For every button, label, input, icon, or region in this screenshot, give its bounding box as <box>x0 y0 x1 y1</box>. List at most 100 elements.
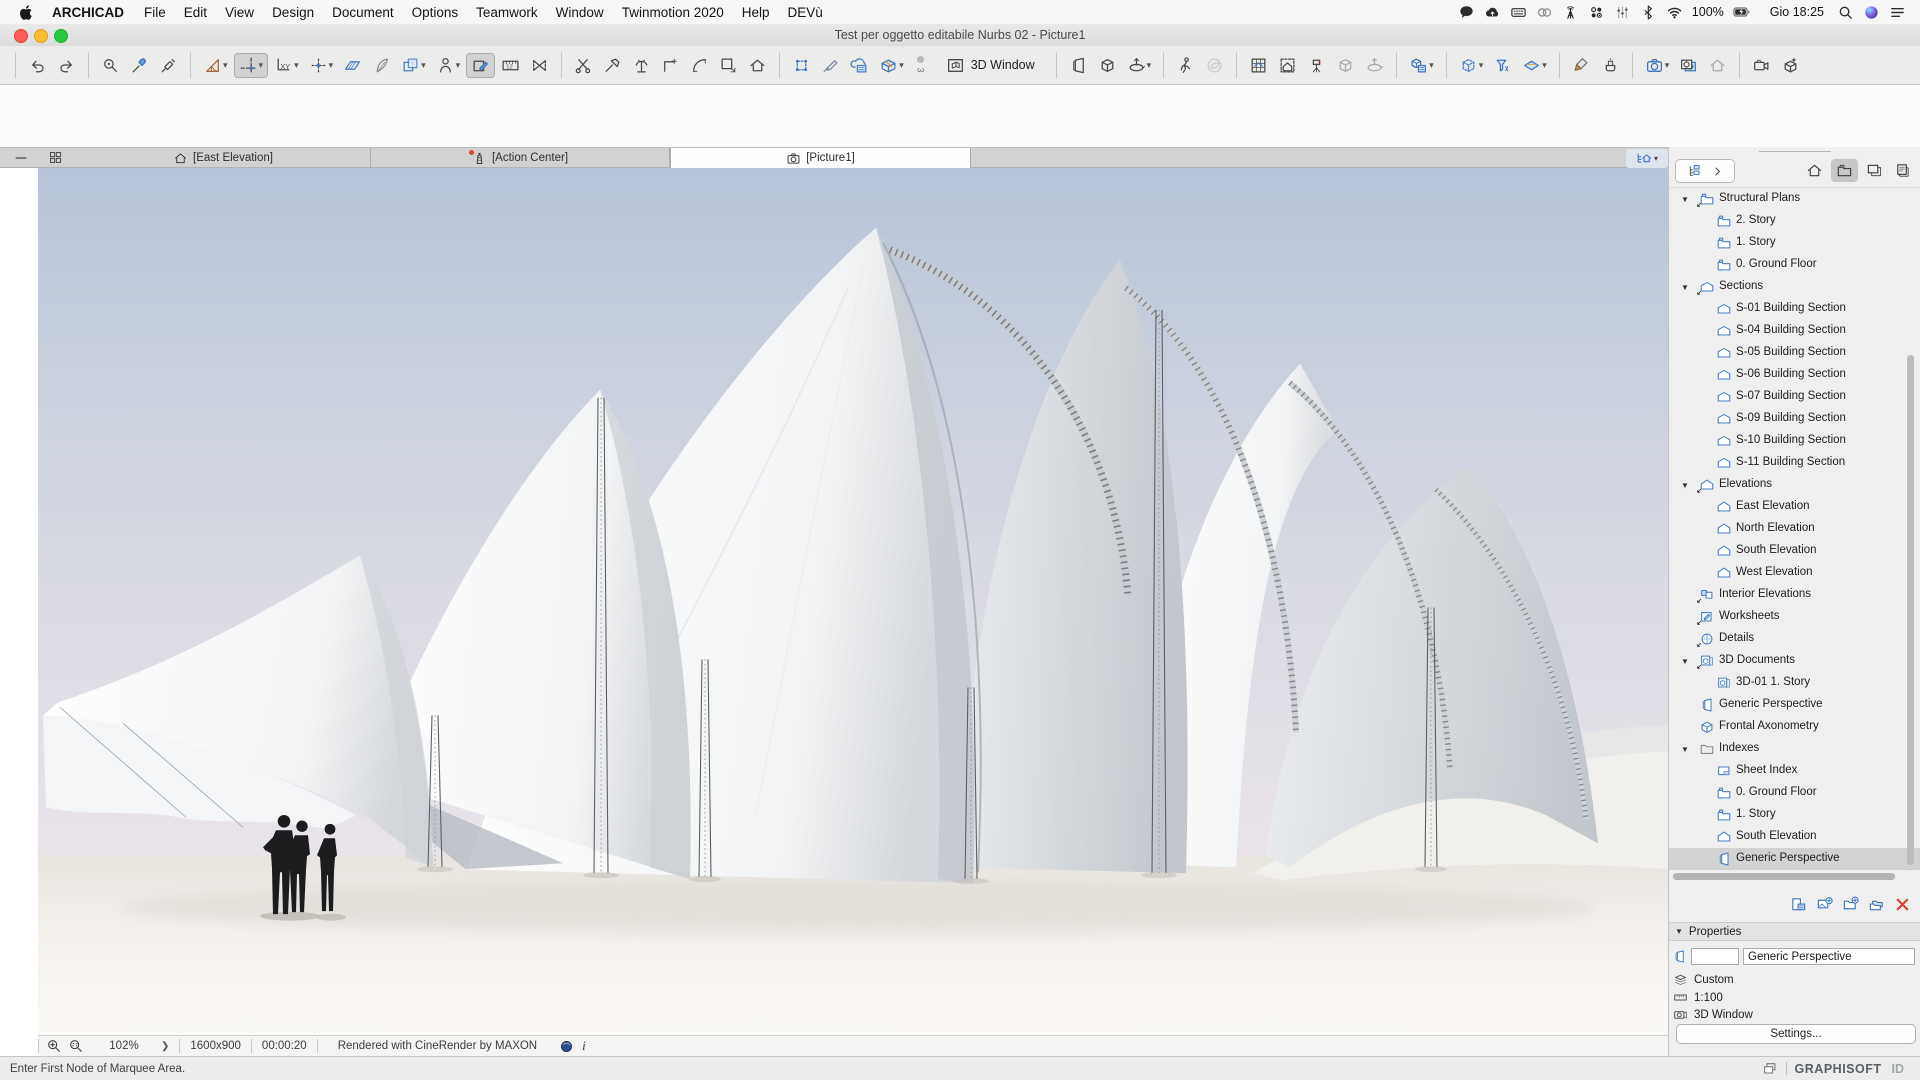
toolbar-marquee-button[interactable] <box>526 54 553 77</box>
tree-item-s-10-building-section[interactable]: S-10 Building Section <box>1669 430 1920 452</box>
toolbar-pencil-button[interactable] <box>817 54 844 77</box>
project-chooser-button[interactable] <box>1675 159 1735 183</box>
tab-bar-collapse-button[interactable] <box>10 150 32 166</box>
tree-item-3d-documents[interactable]: ▼3D Documents <box>1669 650 1920 672</box>
status-dotsgrid-icon[interactable] <box>1588 4 1605 21</box>
tree-item-s-06-building-section[interactable]: S-06 Building Section <box>1669 364 1920 386</box>
toolbar-scissors-button[interactable] <box>570 54 597 77</box>
tree-item-east-elevation[interactable]: East Elevation <box>1669 496 1920 518</box>
toolbar-walk-button[interactable] <box>1172 54 1199 77</box>
chevron-down-icon[interactable]: ▾ <box>899 60 904 71</box>
zoom-in-button[interactable] <box>46 1038 62 1054</box>
toolbar-cameracopy-button[interactable] <box>1675 54 1702 77</box>
chevron-down-icon[interactable]: ▾ <box>1479 60 1484 71</box>
navigator-pub-map-button[interactable] <box>1889 159 1916 182</box>
status-cloudup-icon[interactable] <box>1484 4 1501 21</box>
status-cc-icon[interactable] <box>1536 4 1553 21</box>
toolbar-corner-button[interactable] <box>657 54 684 77</box>
toolbar-snappts-button[interactable]: ▾ <box>305 54 338 77</box>
toolbar-picker-button[interactable] <box>97 54 124 77</box>
tree-item-0-ground-floor[interactable]: 0. Ground Floor <box>1669 254 1920 276</box>
toolbar-resizebox-button[interactable] <box>715 54 742 77</box>
tree-item-s-07-building-section[interactable]: S-07 Building Section <box>1669 386 1920 408</box>
info-icon[interactable]: i <box>582 1038 586 1054</box>
chevright-icon[interactable] <box>1712 166 1723 177</box>
property-row-custom[interactable]: Custom <box>1669 971 1920 988</box>
toolbar-tree-button[interactable] <box>628 54 655 77</box>
chevron-down-icon[interactable]: ▾ <box>421 60 426 71</box>
toolbar-funnel-button[interactable] <box>1489 54 1516 77</box>
expand-arrow-icon[interactable]: ▼ <box>1681 283 1689 292</box>
toolbar-nodes-button[interactable] <box>788 54 815 77</box>
chevron-down-icon[interactable]: ▾ <box>294 60 299 71</box>
tree-item-2-story[interactable]: 2. Story <box>1669 210 1920 232</box>
tree-item-3d-01-1-story[interactable]: 3D-01 1. Story <box>1669 672 1920 694</box>
expand-arrow-icon[interactable]: ▼ <box>1681 481 1689 490</box>
panel-drag-handle[interactable] <box>1759 151 1831 152</box>
status-bluetooth-icon[interactable] <box>1640 4 1657 21</box>
toolbar-plane3d-button[interactable]: ▾ <box>1518 54 1551 77</box>
chevron-down-icon[interactable]: ▾ <box>456 60 461 71</box>
toolbar-framehouse-button[interactable] <box>1274 54 1301 77</box>
toolbar-feather-button[interactable] <box>368 54 395 77</box>
battery-icon[interactable] <box>1733 3 1757 21</box>
tree-item-sheet-index[interactable]: Sheet Index <box>1669 760 1920 782</box>
tab-overview-button[interactable] <box>44 150 66 165</box>
toolbar-eyedrop-button[interactable] <box>126 54 153 77</box>
toolbar-3d-window-button[interactable]: 3D Window <box>936 53 1045 78</box>
navigator-layout-map-button[interactable] <box>1861 159 1888 182</box>
toolbar-snapguide-button[interactable]: ▾ <box>234 53 269 78</box>
tree-vertical-scrollbar[interactable] <box>1907 355 1914 865</box>
toolbar-hammer-button[interactable] <box>599 54 626 77</box>
toolbar-washbrush-button[interactable] <box>1597 54 1624 77</box>
tree-horizontal-scrollbar[interactable] <box>1673 873 1895 880</box>
toolbar-syringe-button[interactable] <box>155 54 182 77</box>
tab-east-elevation[interactable]: [East Elevation] <box>76 148 371 168</box>
toolbar-drag-handle[interactable]: 3 <box>917 56 924 75</box>
navigator-settings-button[interactable] <box>1790 896 1807 913</box>
navigator-clone-button[interactable] <box>1868 896 1885 913</box>
navigator-house-map-button[interactable] <box>1801 159 1828 182</box>
menu-view[interactable]: View <box>216 5 263 20</box>
toolbar-orbit-button[interactable]: ▾ <box>1123 54 1156 77</box>
toolbar-setsquare-button[interactable]: ▾ <box>199 54 232 77</box>
navigator-folder-map-button[interactable] <box>1831 159 1858 182</box>
menu-twinmotion-2020[interactable]: Twinmotion 2020 <box>613 5 733 20</box>
chevron-down-icon[interactable]: ▾ <box>1665 60 1670 71</box>
status-wifi-icon[interactable] <box>1666 4 1683 21</box>
tree-item-generic-perspective[interactable]: Generic Perspective <box>1669 694 1920 716</box>
toolbar-editplane-button[interactable] <box>466 53 495 78</box>
chevron-down-icon[interactable]: ▾ <box>1542 60 1547 71</box>
toolbar-fillet-button[interactable] <box>686 54 713 77</box>
zoom-fit-button[interactable] <box>68 1038 84 1054</box>
status-siri-icon[interactable] <box>1863 4 1880 21</box>
menu-teamwork[interactable]: Teamwork <box>467 5 547 20</box>
menu-file[interactable]: File <box>135 5 175 20</box>
toolbar-brush-button[interactable] <box>1568 54 1595 77</box>
menu-edit[interactable]: Edit <box>175 5 216 20</box>
tree-item-s-09-building-section[interactable]: S-09 Building Section <box>1669 408 1920 430</box>
tree-item-south-elevation[interactable]: South Elevation <box>1669 540 1920 562</box>
tree-item-s-01-building-section[interactable]: S-01 Building Section <box>1669 298 1920 320</box>
view-id-field[interactable] <box>1691 948 1739 965</box>
tree-item-s-05-building-section[interactable]: S-05 Building Section <box>1669 342 1920 364</box>
toolbar-videocam-button[interactable] <box>1748 54 1775 77</box>
property-row-1-100[interactable]: 1:100 <box>1669 989 1920 1006</box>
tab-action-center[interactable]: [Action Center] <box>371 148 670 168</box>
tree-item-0-ground-floor[interactable]: 0. Ground Floor <box>1669 782 1920 804</box>
navigator-x-button[interactable] <box>1894 896 1911 913</box>
expand-arrow-icon[interactable]: ▼ <box>1681 657 1689 666</box>
zoom-level[interactable]: 102% <box>101 1040 147 1052</box>
toolbar-undo-button[interactable] <box>24 54 51 77</box>
tree-item-structural-plans[interactable]: ▼Structural Plans <box>1669 188 1920 210</box>
toolbar-trace-button[interactable]: ▾ <box>397 54 430 77</box>
tree-item-worksheets[interactable]: Worksheets <box>1669 606 1920 628</box>
chevron-down-icon[interactable]: ▾ <box>1147 60 1152 71</box>
tree-item-1-story[interactable]: 1. Story <box>1669 232 1920 254</box>
tree-item-generic-perspective[interactable]: Generic Perspective <box>1669 848 1920 870</box>
apple-menu[interactable] <box>18 4 35 21</box>
toolbar-dashedcube-button[interactable]: ▾ <box>1455 54 1488 77</box>
toolbar-ruler12-button[interactable]: 12 <box>497 54 524 77</box>
tree-item-north-elevation[interactable]: North Elevation <box>1669 518 1920 540</box>
status-sliders-icon[interactable] <box>1614 4 1631 21</box>
